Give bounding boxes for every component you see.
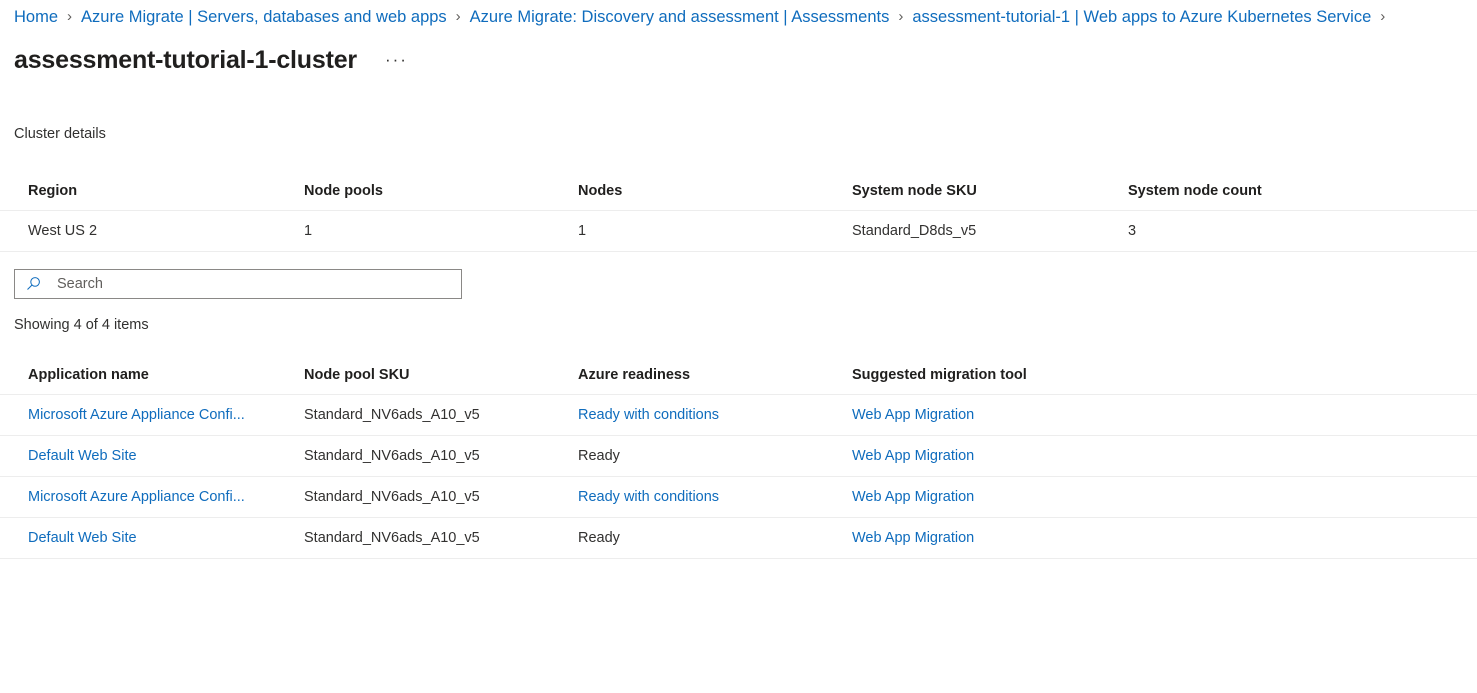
- cell-application-name-link[interactable]: Microsoft Azure Appliance Confi...: [28, 407, 245, 423]
- search-box[interactable]: [14, 268, 462, 299]
- column-header-suggested-migration-tool: Suggested migration tool: [824, 356, 1477, 395]
- cell-application-name[interactable]: Default Web Site: [0, 517, 276, 559]
- chevron-right-icon: ›: [455, 8, 461, 25]
- cell-azure-readiness-link[interactable]: Ready with conditions: [578, 489, 719, 505]
- cell-azure-readiness-link[interactable]: Ready with conditions: [578, 407, 719, 423]
- applications-header-row: Application name Node pool SKU Azure rea…: [0, 356, 1477, 395]
- column-header-node-pools: Node pools: [276, 172, 550, 211]
- table-row: Microsoft Azure Appliance Confi... Standa…: [0, 394, 1477, 436]
- cell-suggested-migration-tool[interactable]: Web App Migration: [824, 435, 1477, 477]
- cell-node-pool-sku: Standard_NV6ads_A10_v5: [276, 435, 550, 477]
- cell-suggested-migration-tool[interactable]: Web App Migration: [824, 394, 1477, 436]
- cell-system-node-count: 3: [1100, 210, 1477, 252]
- cell-node-pool-sku: Standard_NV6ads_A10_v5: [276, 476, 550, 518]
- breadcrumb: Home › Azure Migrate | Servers, databases …: [0, 0, 1477, 34]
- column-header-node-pool-sku: Node pool SKU: [276, 356, 550, 395]
- cell-application-name-link[interactable]: Default Web Site: [28, 448, 137, 464]
- column-header-application-name: Application name: [0, 356, 276, 395]
- cell-suggested-migration-tool-link[interactable]: Web App Migration: [852, 407, 974, 423]
- search-icon: [15, 276, 47, 291]
- cell-system-node-sku: Standard_D8ds_v5: [824, 210, 1100, 252]
- cell-application-name[interactable]: Microsoft Azure Appliance Confi...: [0, 394, 276, 436]
- search-input[interactable]: [47, 270, 461, 297]
- column-header-system-node-sku: System node SKU: [824, 172, 1100, 211]
- cell-application-name[interactable]: Microsoft Azure Appliance Confi...: [0, 476, 276, 518]
- column-header-system-node-count: System node count: [1100, 172, 1477, 211]
- breadcrumb-item-3[interactable]: assessment-tutorial-1 | Web apps to Azur…: [912, 0, 1371, 34]
- table-row: Microsoft Azure Appliance Confi... Standa…: [0, 476, 1477, 518]
- cluster-details-header-row: Region Node pools Nodes System node SKU …: [0, 172, 1477, 211]
- cell-azure-readiness: Ready: [550, 517, 824, 559]
- cell-suggested-migration-tool-link[interactable]: Web App Migration: [852, 448, 974, 464]
- cell-node-pools: 1: [276, 210, 550, 252]
- cell-suggested-migration-tool[interactable]: Web App Migration: [824, 476, 1477, 518]
- cell-azure-readiness[interactable]: Ready with conditions: [550, 476, 824, 518]
- column-header-azure-readiness: Azure readiness: [550, 356, 824, 395]
- cell-region: West US 2: [0, 210, 276, 252]
- chevron-right-icon: ›: [1380, 8, 1386, 25]
- cell-azure-readiness: Ready: [550, 435, 824, 477]
- chevron-right-icon: ›: [67, 8, 73, 25]
- breadcrumb-item-1[interactable]: Azure Migrate | Servers, databases and w…: [81, 0, 447, 34]
- cluster-details-label: Cluster details: [14, 126, 106, 142]
- cell-azure-readiness[interactable]: Ready with conditions: [550, 394, 824, 436]
- table-row: Default Web Site Standard_NV6ads_A10_v5 Re…: [0, 435, 1477, 477]
- cell-node-pool-sku: Standard_NV6ads_A10_v5: [276, 517, 550, 559]
- column-header-region: Region: [0, 172, 276, 211]
- table-row: West US 2 1 1 Standard_D8ds_v5 3: [0, 210, 1477, 252]
- cell-suggested-migration-tool[interactable]: Web App Migration: [824, 517, 1477, 559]
- applications-table: Application name Node pool SKU Azure rea…: [0, 356, 1477, 559]
- more-options-button[interactable]: ···: [381, 48, 412, 72]
- breadcrumb-item-2[interactable]: Azure Migrate: Discovery and assessment …: [470, 0, 890, 34]
- cell-node-pool-sku: Standard_NV6ads_A10_v5: [276, 394, 550, 436]
- cluster-details-table: Region Node pools Nodes System node SKU …: [0, 172, 1477, 252]
- cell-application-name-link[interactable]: Microsoft Azure Appliance Confi...: [28, 489, 245, 505]
- cell-application-name[interactable]: Default Web Site: [0, 435, 276, 477]
- cell-application-name-link[interactable]: Default Web Site: [28, 530, 137, 546]
- showing-items-count: Showing 4 of 4 items: [14, 316, 149, 333]
- chevron-right-icon: ›: [898, 8, 904, 25]
- breadcrumb-item-0[interactable]: Home: [14, 0, 58, 34]
- cell-suggested-migration-tool-link[interactable]: Web App Migration: [852, 530, 974, 546]
- column-header-nodes: Nodes: [550, 172, 824, 211]
- cell-suggested-migration-tool-link[interactable]: Web App Migration: [852, 489, 974, 505]
- page-title: assessment-tutorial-1-cluster: [14, 46, 357, 74]
- cell-nodes: 1: [550, 210, 824, 252]
- page-title-row: assessment-tutorial-1-cluster ···: [0, 40, 1477, 80]
- table-row: Default Web Site Standard_NV6ads_A10_v5 Re…: [0, 517, 1477, 559]
